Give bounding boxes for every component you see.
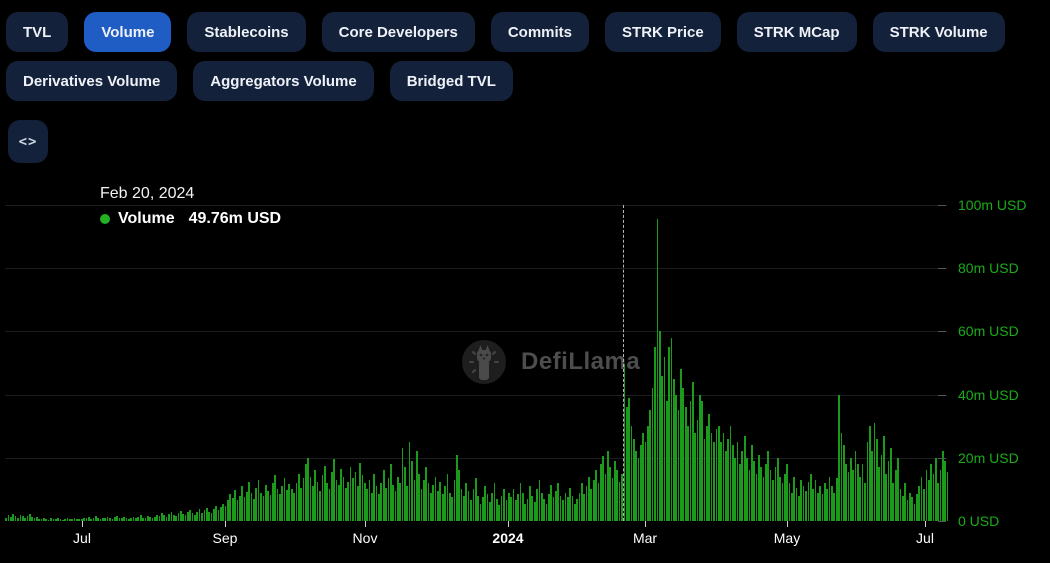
x-axis-label-may: May xyxy=(752,530,822,546)
tab-stablecoins[interactable]: Stablecoins xyxy=(187,12,305,52)
x-axis-tick xyxy=(645,521,646,527)
plot-area[interactable] xyxy=(5,205,947,521)
defillama-chart-page: TVL Volume Stablecoins Core Developers Commi… xyxy=(0,0,1050,563)
x-axis-label-jul: Jul xyxy=(890,530,960,546)
x-axis-label-nov: Nov xyxy=(330,530,400,546)
x-axis-tick xyxy=(508,521,509,527)
x-axis-label-jul: Jul xyxy=(47,530,117,546)
tab-tvl[interactable]: TVL xyxy=(6,12,68,52)
tooltip-date: Feb 20, 2024 xyxy=(100,185,281,203)
x-axis-label-sep: Sep xyxy=(190,530,260,546)
y-axis-label-20m-usd: 20m USD xyxy=(958,450,1019,466)
embed-code-button[interactable]: <> xyxy=(8,120,48,163)
tab-row-1: TVL Volume Stablecoins Core Developers Commi… xyxy=(6,12,1005,52)
tab-strk-price[interactable]: STRK Price xyxy=(605,12,721,52)
tab-strk-mcap[interactable]: STRK MCap xyxy=(737,12,857,52)
y-axis-tick xyxy=(938,458,946,459)
y-axis-label-40m-usd: 40m USD xyxy=(958,387,1019,403)
x-axis-tick xyxy=(365,521,366,527)
tab-commits[interactable]: Commits xyxy=(491,12,589,52)
volume-bars xyxy=(5,205,947,521)
highlight-dashed-line xyxy=(623,205,624,521)
x-axis-tick xyxy=(787,521,788,527)
y-axis-tick xyxy=(938,268,946,269)
y-axis-label-80m-usd: 80m USD xyxy=(958,260,1019,276)
volume-bar[interactable] xyxy=(947,472,949,521)
x-axis-tick xyxy=(82,521,83,527)
y-axis-label-0-usd: 0 USD xyxy=(958,513,999,529)
y-axis-label-100m-usd: 100m USD xyxy=(958,197,1026,213)
x-axis-label-2024: 2024 xyxy=(473,530,543,546)
x-axis-tick xyxy=(925,521,926,527)
tab-strk-volume[interactable]: STRK Volume xyxy=(873,12,1005,52)
y-axis-tick xyxy=(938,395,946,396)
y-axis-tick xyxy=(938,521,946,522)
tab-bridged-tvl[interactable]: Bridged TVL xyxy=(390,61,513,101)
x-axis-tick xyxy=(225,521,226,527)
y-axis-tick xyxy=(938,205,946,206)
tab-volume[interactable]: Volume xyxy=(84,12,171,52)
tab-row-2: Derivatives Volume Aggregators Volume Brid… xyxy=(6,61,513,101)
tab-derivatives-volume[interactable]: Derivatives Volume xyxy=(6,61,177,101)
tab-aggregators-volume[interactable]: Aggregators Volume xyxy=(193,61,373,101)
y-axis-tick xyxy=(938,331,946,332)
x-axis-label-mar: Mar xyxy=(610,530,680,546)
code-icon: <> xyxy=(19,134,38,150)
tab-core-developers[interactable]: Core Developers xyxy=(322,12,475,52)
y-axis-label-60m-usd: 60m USD xyxy=(958,323,1019,339)
